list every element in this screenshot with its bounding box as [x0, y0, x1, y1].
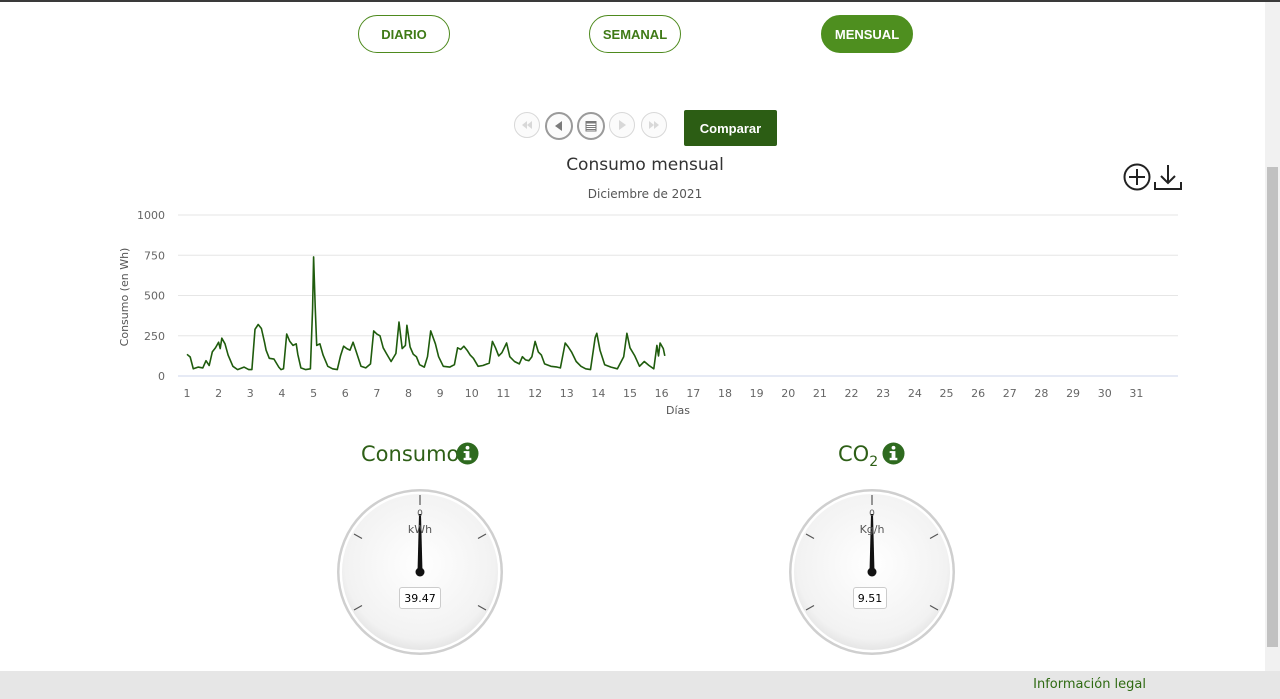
x-tick-label: 29 — [1066, 387, 1080, 400]
y-tick-label: 250 — [144, 330, 165, 343]
x-tick-label: 27 — [1003, 387, 1017, 400]
x-tick-label: 14 — [591, 387, 605, 400]
co2-gauge-unit: Kg/h — [859, 523, 885, 536]
x-tick-label: 5 — [310, 387, 317, 400]
x-tick-label: 12 — [528, 387, 542, 400]
vertical-scrollbar[interactable] — [1265, 2, 1280, 671]
x-tick-label: 21 — [813, 387, 827, 400]
x-tick-label: 24 — [908, 387, 922, 400]
footer: Información legal — [0, 671, 1280, 699]
x-tick-label: 23 — [876, 387, 890, 400]
y-tick-label: 500 — [144, 290, 165, 303]
x-tick-label: 19 — [750, 387, 764, 400]
y-tick-label: 750 — [144, 249, 165, 262]
scrollbar-thumb[interactable] — [1267, 167, 1278, 647]
co2-gauge-zero: 0 — [869, 509, 875, 519]
x-tick-label: 13 — [560, 387, 574, 400]
co2-title: CO2 — [838, 442, 879, 471]
co2-info-icon[interactable] — [882, 442, 905, 465]
x-tick-label: 6 — [342, 387, 349, 400]
y-tick-label: 0 — [158, 370, 165, 383]
consumo-gauge-zero: 0 — [417, 509, 423, 519]
consumption-series-line — [186, 256, 666, 371]
x-tick-label: 3 — [247, 387, 254, 400]
x-tick-label: 17 — [686, 387, 700, 400]
x-tick-label: 31 — [1129, 387, 1143, 400]
consumo-title: Consumo — [361, 442, 460, 466]
x-tick-label: 15 — [623, 387, 637, 400]
x-tick-label: 9 — [437, 387, 444, 400]
x-tick-label: 8 — [405, 387, 412, 400]
x-axis-label: Días — [666, 404, 690, 417]
legal-info-link[interactable]: Información legal — [1033, 677, 1146, 692]
x-tick-label: 20 — [781, 387, 795, 400]
x-tick-label: 30 — [1098, 387, 1112, 400]
x-tick-label: 22 — [845, 387, 859, 400]
x-tick-label: 16 — [655, 387, 669, 400]
x-tick-label: 25 — [939, 387, 953, 400]
x-tick-label: 26 — [971, 387, 985, 400]
x-tick-label: 2 — [215, 387, 222, 400]
x-tick-label: 10 — [465, 387, 479, 400]
page-content: DIARIO SEMANAL MENSUAL Comparar Consumo … — [0, 2, 1265, 671]
consumption-chart: 025050075010001 2 3 4 5 6 7 8 9 10 11 12 13 14 15 16 17 1… — [118, 209, 1178, 417]
x-tick-label: 28 — [1034, 387, 1048, 400]
x-tick-label: 1 — [184, 387, 191, 400]
x-tick-label: 11 — [496, 387, 510, 400]
co2-gauge-value: 9.51 — [853, 587, 887, 609]
consumo-gauge-unit: kWh — [407, 523, 433, 536]
y-axis-label: Consumo (en Wh) — [118, 248, 131, 347]
consumo-gauge-value: 39.47 — [399, 587, 441, 609]
x-tick-label: 18 — [718, 387, 732, 400]
consumo-info-icon[interactable] — [456, 442, 479, 465]
x-tick-label: 4 — [278, 387, 285, 400]
y-tick-label: 1000 — [137, 209, 165, 222]
x-tick-label: 7 — [373, 387, 380, 400]
